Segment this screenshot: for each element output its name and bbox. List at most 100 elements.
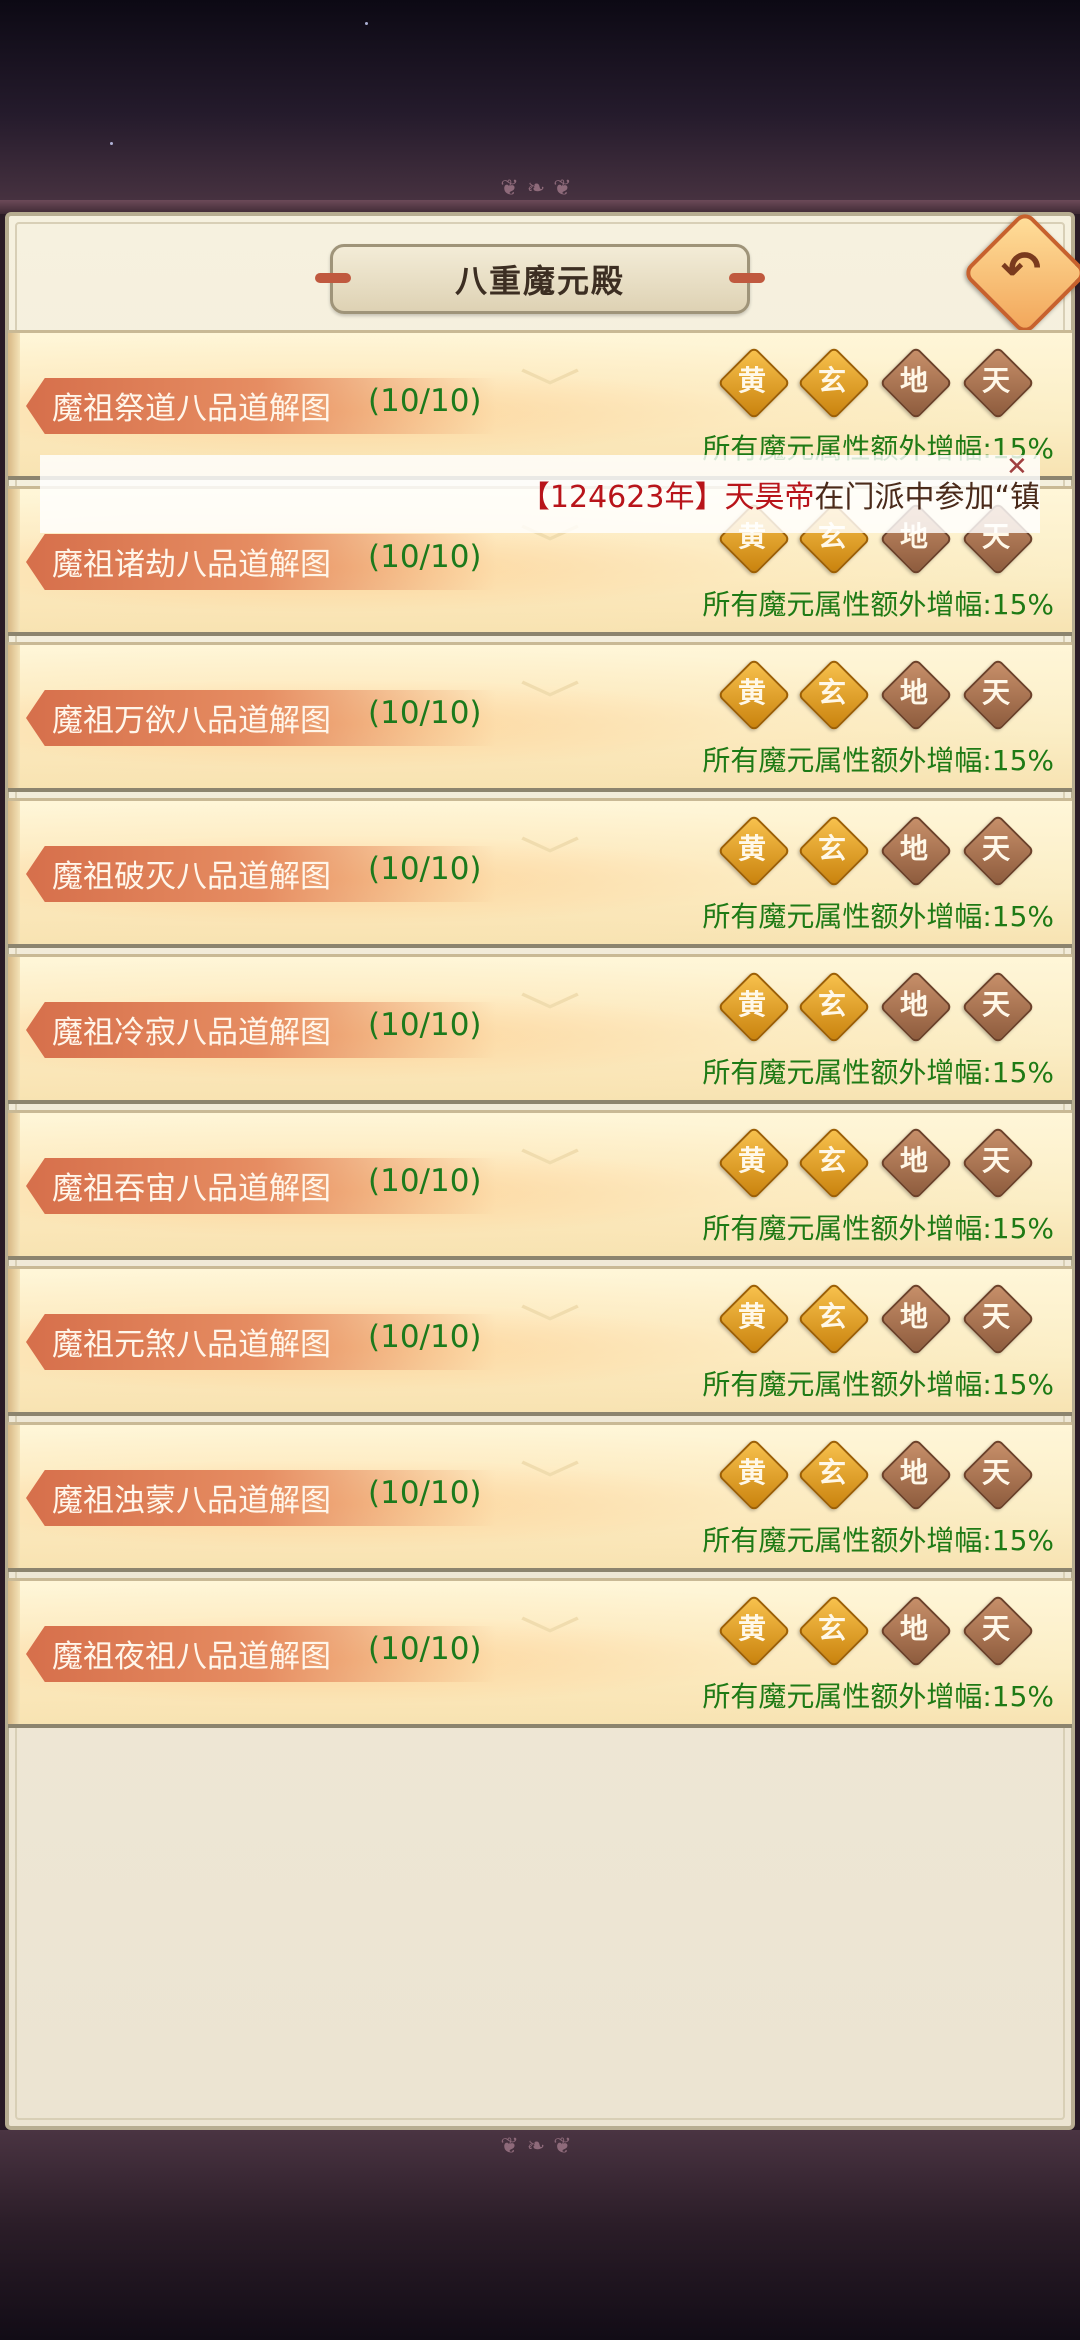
item-count: (10/10) [368, 1475, 482, 1511]
tier-badge-1[interactable]: 黄 [717, 1438, 791, 1512]
bonus-text: 所有魔元属性额外增幅:15% [702, 1524, 1054, 1557]
tier-badge-3[interactable]: 地 [879, 970, 953, 1044]
list-item[interactable]: 魔祖夜祖八品道解图 (10/10) ﹀ 黄 玄 地 天所有魔元属性额外增幅:15% [8, 1578, 1072, 1728]
tier-label: 地 [899, 676, 928, 709]
tier-badge-1[interactable]: 黄 [717, 1282, 791, 1356]
row-edge [8, 801, 20, 944]
tier-label: 黄 [737, 1456, 766, 1489]
tier-label: 地 [899, 1144, 928, 1177]
tier-label: 地 [899, 832, 928, 865]
tier-label: 天 [981, 1456, 1010, 1489]
row-edge [8, 1269, 20, 1412]
tier-badge-3[interactable]: 地 [879, 346, 953, 420]
tier-badge-2[interactable]: 玄 [797, 970, 871, 1044]
chevron-down-icon[interactable]: ﹀ [508, 1617, 592, 1661]
tier-label: 玄 [817, 1300, 846, 1333]
tier-badge-1[interactable]: 黄 [717, 970, 791, 1044]
title-knob-left [315, 273, 351, 283]
tier-label: 黄 [737, 988, 766, 1021]
list-item[interactable]: 魔祖破灭八品道解图 (10/10) ﹀ 黄 玄 地 天所有魔元属性额外增幅:15% [8, 798, 1072, 948]
item-name: 魔祖夜祖八品道解图 [52, 1639, 331, 1675]
tier-badge-1[interactable]: 黄 [717, 1594, 791, 1668]
item-count: (10/10) [368, 851, 482, 887]
tier-badge-3[interactable]: 地 [879, 814, 953, 888]
tier-badge-2[interactable]: 玄 [797, 814, 871, 888]
item-count: (10/10) [368, 695, 482, 731]
tier-label: 黄 [737, 1612, 766, 1645]
tier-label: 天 [981, 988, 1010, 1021]
bonus-text: 所有魔元属性额外增幅:15% [702, 1368, 1054, 1401]
title-knob-right [729, 273, 765, 283]
tier-label: 天 [981, 1612, 1010, 1645]
tier-badge-3[interactable]: 地 [879, 1282, 953, 1356]
item-name: 魔祖破灭八品道解图 [52, 859, 331, 895]
broadcast-marquee: 【124623年】 天昊帝 在门派中参加“镇 [40, 455, 1040, 533]
tier-badge-2[interactable]: 玄 [797, 1594, 871, 1668]
tier-badge-3[interactable]: 地 [879, 1594, 953, 1668]
item-count: (10/10) [368, 539, 482, 575]
row-edge [8, 645, 20, 788]
row-edge [8, 957, 20, 1100]
chevron-down-icon[interactable]: ﹀ [508, 1461, 592, 1505]
tier-badge-3[interactable]: 地 [879, 1126, 953, 1200]
tier-badge-4[interactable]: 天 [961, 814, 1035, 888]
tier-badge-2[interactable]: 玄 [797, 346, 871, 420]
tier-label: 天 [981, 1300, 1010, 1333]
tier-label: 黄 [737, 832, 766, 865]
tier-badge-4[interactable]: 天 [961, 970, 1035, 1044]
bonus-text: 所有魔元属性额外增幅:15% [702, 1056, 1054, 1089]
tier-badge-2[interactable]: 玄 [797, 1282, 871, 1356]
top-ornament: ❦❧❦ [500, 176, 580, 201]
tier-badge-4[interactable]: 天 [961, 1282, 1035, 1356]
bonus-text: 所有魔元属性额外增幅:15% [702, 900, 1054, 933]
star [110, 142, 113, 145]
tier-badge-3[interactable]: 地 [879, 1438, 953, 1512]
tier-label: 玄 [817, 832, 846, 865]
chevron-down-icon[interactable]: ﹀ [508, 1149, 592, 1193]
item-count: (10/10) [368, 1319, 482, 1355]
tier-badge-2[interactable]: 玄 [797, 658, 871, 732]
tier-badge-1[interactable]: 黄 [717, 346, 791, 420]
list-item[interactable]: 魔祖冷寂八品道解图 (10/10) ﹀ 黄 玄 地 天所有魔元属性额外增幅:15% [8, 954, 1072, 1104]
item-count: (10/10) [368, 1163, 482, 1199]
tier-badge-4[interactable]: 天 [961, 1594, 1035, 1668]
tier-badge-3[interactable]: 地 [879, 658, 953, 732]
item-name: 魔祖诸劫八品道解图 [52, 547, 331, 583]
tier-badge-4[interactable]: 天 [961, 346, 1035, 420]
tier-badge-2[interactable]: 玄 [797, 1126, 871, 1200]
list-item[interactable]: 魔祖元煞八品道解图 (10/10) ﹀ 黄 玄 地 天所有魔元属性额外增幅:15% [8, 1266, 1072, 1416]
tier-label: 玄 [817, 1612, 846, 1645]
tier-badge-1[interactable]: 黄 [717, 658, 791, 732]
row-edge [8, 1425, 20, 1568]
marquee-player-name[interactable]: 天昊帝 [724, 472, 814, 516]
chevron-down-icon[interactable]: ﹀ [508, 369, 592, 413]
chevron-down-icon[interactable]: ﹀ [508, 525, 592, 569]
close-icon[interactable]: ✕ [1006, 452, 1028, 482]
tier-badge-1[interactable]: 黄 [717, 814, 791, 888]
chevron-down-icon[interactable]: ﹀ [508, 681, 592, 725]
bonus-text: 所有魔元属性额外增幅:15% [702, 744, 1054, 777]
tier-badge-1[interactable]: 黄 [717, 1126, 791, 1200]
chevron-down-icon[interactable]: ﹀ [508, 1305, 592, 1349]
tier-label: 地 [899, 364, 928, 397]
list-item[interactable]: 魔祖吞宙八品道解图 (10/10) ﹀ 黄 玄 地 天所有魔元属性额外增幅:15% [8, 1110, 1072, 1260]
back-arrow-icon[interactable]: ↶ [990, 238, 1052, 300]
item-name: 魔祖万欲八品道解图 [52, 703, 331, 739]
tier-badge-4[interactable]: 天 [961, 658, 1035, 732]
tier-badge-4[interactable]: 天 [961, 1126, 1035, 1200]
item-count: (10/10) [368, 1631, 482, 1667]
row-edge [8, 1581, 20, 1724]
item-count: (10/10) [368, 383, 482, 419]
row-edge [8, 489, 20, 632]
list-item[interactable]: 魔祖万欲八品道解图 (10/10) ﹀ 黄 玄 地 天所有魔元属性额外增幅:15% [8, 642, 1072, 792]
tier-label: 地 [899, 1612, 928, 1645]
chevron-down-icon[interactable]: ﹀ [508, 837, 592, 881]
chevron-down-icon[interactable]: ﹀ [508, 993, 592, 1037]
item-name: 魔祖浊蒙八品道解图 [52, 1483, 331, 1519]
list-item[interactable]: 魔祖浊蒙八品道解图 (10/10) ﹀ 黄 玄 地 天所有魔元属性额外增幅:15% [8, 1422, 1072, 1572]
tier-badge-4[interactable]: 天 [961, 1438, 1035, 1512]
bonus-text: 所有魔元属性额外增幅:15% [702, 1212, 1054, 1245]
tier-badge-2[interactable]: 玄 [797, 1438, 871, 1512]
star [365, 22, 368, 25]
item-name: 魔祖祭道八品道解图 [52, 391, 331, 427]
